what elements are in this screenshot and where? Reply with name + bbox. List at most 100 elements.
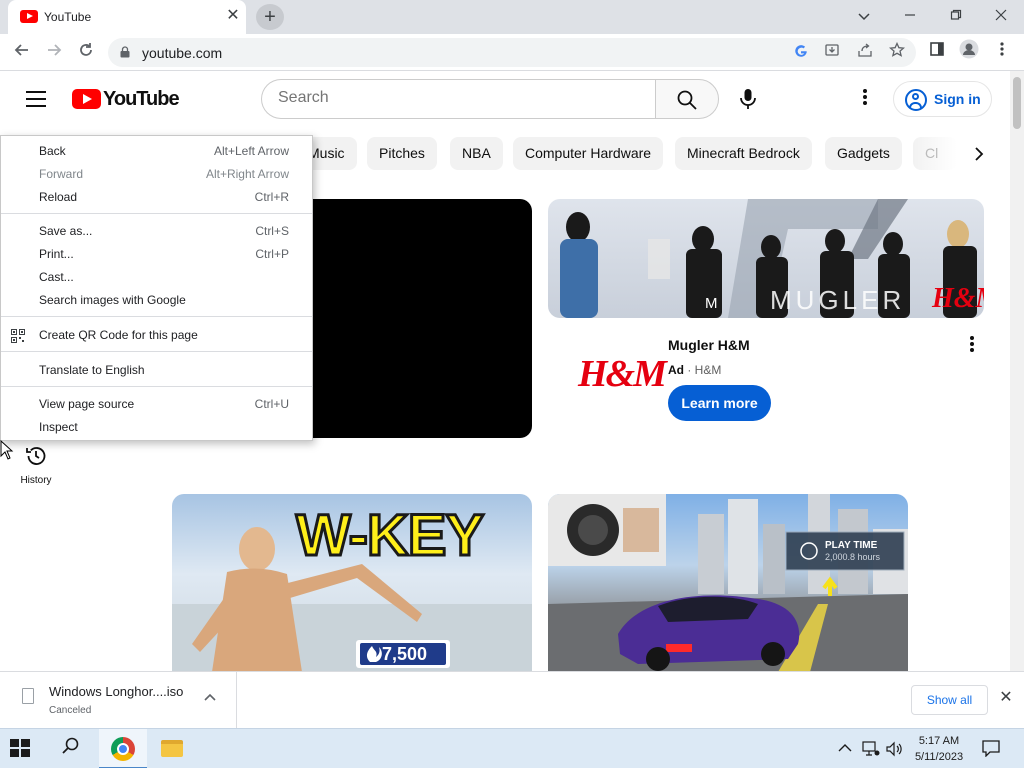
ad-banner-text-m: M [705,295,720,312]
chip-nba[interactable]: NBA [450,137,503,170]
scrollbar-thumb[interactable] [1013,77,1021,129]
share-icon[interactable] [854,42,876,64]
page-scrollbar[interactable] [1010,71,1024,671]
learn-more-button[interactable]: Learn more [668,385,771,421]
search-button[interactable] [655,79,719,119]
minimize-button[interactable] [892,4,928,28]
tab-close-icon[interactable]: ✕ [224,7,242,25]
forward-arrow-icon[interactable] [40,39,68,67]
side-panel-icon[interactable] [923,39,951,67]
chip-partial[interactable]: Cl [913,137,957,170]
video-thumbnail-car[interactable]: PLAY TIME 2,000.8 hours [548,494,908,672]
ctx-print-shortcut: Ctrl+P [255,247,289,261]
search-icon [677,90,697,110]
back-arrow-icon[interactable] [8,39,36,67]
ctx-inspect[interactable]: Inspect [1,416,312,439]
tab-search-chevron-icon[interactable] [846,4,882,28]
profile-avatar-icon[interactable] [955,39,983,67]
reload-icon[interactable] [72,39,100,67]
sign-in-button[interactable]: Sign in [893,81,992,117]
youtube-play-icon [72,89,101,109]
action-center-icon[interactable] [982,739,1002,758]
ctx-view-source-label: View page source [39,397,135,411]
tab-youtube[interactable]: YouTube ✕ [8,0,246,34]
taskbar-search-icon[interactable] [56,737,86,761]
taskbar-file-explorer[interactable] [149,729,197,768]
settings-kebab-icon[interactable] [854,87,876,111]
show-hidden-icons-chevron-icon[interactable] [838,741,852,756]
ctx-reload-label: Reload [39,190,78,204]
ad-banner-brand: H&M [932,283,984,314]
bookmark-star-icon[interactable] [886,41,908,64]
taskbar-clock[interactable]: 5:17 AM 5/11/2023 [908,733,970,765]
download-bar-close-icon[interactable]: ✕ [996,687,1016,709]
download-item[interactable]: Windows Longhor....iso Canceled [0,672,237,728]
address-bar[interactable]: youtube.com [108,38,916,67]
network-icon[interactable] [862,741,880,760]
ctx-cast[interactable]: Cast... [1,266,312,289]
windows-start-icon[interactable] [10,739,32,759]
search-input[interactable] [278,89,638,107]
voice-search-button[interactable] [728,79,768,119]
url-text[interactable]: youtube.com [142,45,222,61]
ctx-forward-label: Forward [39,167,84,181]
qr-code-icon [11,329,25,343]
new-tab-button[interactable]: + [256,4,284,30]
taskbar-chrome[interactable] [99,729,147,768]
chip-minecraft-bedrock[interactable]: Minecraft Bedrock [675,137,812,170]
advertiser-logo[interactable]: H&M [578,352,667,396]
history-icon [26,447,46,465]
ctx-separator [1,386,312,387]
ctx-back-label: Back [39,144,66,158]
youtube-logo-text: YouTube [103,88,180,110]
volume-icon[interactable] [885,741,903,760]
ctx-back[interactable]: Back Alt+Left Arrow [1,140,312,163]
restore-button[interactable] [938,4,974,28]
close-window-button[interactable] [983,4,1019,28]
download-file-name: Windows Longhor....iso [49,684,184,699]
ctx-create-qr-label: Create QR Code for this page [39,328,198,342]
chip-next-chevron-icon[interactable] [964,140,994,170]
chip-gadgets[interactable]: Gadgets [825,137,902,170]
ctx-search-images[interactable]: Search images with Google [1,289,312,312]
ctx-separator [1,316,312,317]
ad-meta: Ad · H&M [668,363,722,377]
ctx-view-source[interactable]: View page source Ctrl+U [1,393,312,416]
microphone-icon [740,89,756,109]
download-options-chevron-icon[interactable] [204,690,216,704]
ad-banner-graphic [560,199,977,318]
ctx-forward[interactable]: Forward Alt+Right Arrow [1,163,312,186]
install-app-icon[interactable] [821,42,843,64]
chrome-menu-icon[interactable] [988,39,1016,67]
google-lens-icon[interactable] [790,42,812,64]
download-status: Canceled [49,705,92,716]
chip-computer-hardware[interactable]: Computer Hardware [513,137,664,170]
history-label: History [20,475,52,486]
ctx-create-qr[interactable]: Create QR Code for this page [1,324,312,347]
ctx-reload-shortcut: Ctrl+R [254,190,289,204]
playtime-label: PLAY TIME [825,540,878,551]
ad-banner-image[interactable]: M MUGLER H&M [548,199,984,318]
ad-title[interactable]: Mugler H&M [668,337,750,353]
youtube-favicon-icon [20,10,38,23]
ctx-print[interactable]: Print... Ctrl+P [1,243,312,266]
ctx-reload[interactable]: Reload Ctrl+R [1,186,312,209]
ctx-translate[interactable]: Translate to English [1,359,312,382]
clock-time: 5:17 AM [918,735,960,747]
ctx-save-as[interactable]: Save as... Ctrl+S [1,220,312,243]
ad-badge: Ad [668,363,684,377]
search-box[interactable] [261,79,656,119]
ctx-separator [1,213,312,214]
ctx-forward-shortcut: Alt+Right Arrow [205,167,289,181]
video-thumbnail-wkey[interactable]: W-KEY 7,500 [172,494,532,672]
ctx-save-as-label: Save as... [39,224,93,238]
lock-icon[interactable] [120,46,130,58]
ctx-translate-label: Translate to English [39,363,145,377]
wkey-badge: 7,500 [382,644,428,664]
ad-options-kebab-icon[interactable] [962,334,982,358]
show-all-button[interactable]: Show all [911,685,988,715]
chip-pitches[interactable]: Pitches [367,137,437,170]
guide-history[interactable]: History [10,444,62,486]
guide-menu-icon[interactable] [26,91,46,107]
ctx-separator [1,351,312,352]
